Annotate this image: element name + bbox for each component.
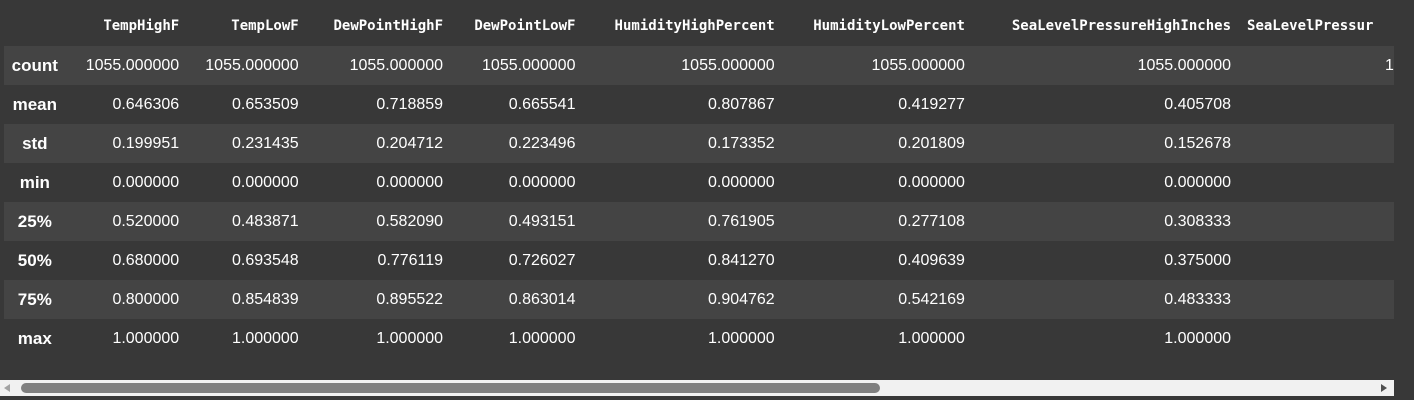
- bottom-right-corner: [1394, 380, 1414, 400]
- table-row: 75% 0.800000 0.854839 0.895522 0.863014 0.904…: [4, 280, 1394, 319]
- horizontal-scrollbar[interactable]: [0, 380, 1394, 396]
- describe-table: TempHighF TempLowF DewPointHighF DewPoin…: [4, 6, 1394, 358]
- row-index-label: std: [22, 133, 48, 153]
- table-cell: 0.863014: [508, 290, 576, 308]
- column-header: DewPointLowF: [474, 18, 576, 34]
- table-cell: 0.726027: [508, 251, 576, 269]
- table-cell: 0.409639: [898, 251, 965, 269]
- table-cell: 1055.000000: [681, 56, 775, 74]
- table-cell: 0.854839: [231, 290, 299, 308]
- table-cell: 0.718859: [376, 95, 444, 113]
- table-row: max 1.000000 1.000000 1.000000 1.000000 1.000…: [4, 319, 1394, 358]
- table-cell: 0.231435: [231, 134, 299, 152]
- dataframe-output: TempHighF TempLowF DewPointHighF DewPoin…: [0, 0, 1394, 380]
- bottom-strip: [0, 396, 1394, 400]
- column-header: SeaLevelPressur: [1247, 18, 1374, 34]
- row-index-label: min: [19, 172, 50, 192]
- table-cell: 0.201809: [898, 134, 965, 152]
- table-cell: 0.665541: [508, 95, 576, 113]
- column-header: DewPointHighF: [333, 18, 444, 34]
- row-index-label: 50%: [17, 250, 52, 270]
- table-cell: 0.000000: [898, 173, 965, 191]
- right-gutter: [1394, 0, 1414, 380]
- table-cell: 1.000000: [112, 329, 180, 347]
- table-cell: 0.646306: [112, 95, 180, 113]
- table-cell: 0.405708: [1164, 95, 1232, 113]
- table-cell: 0.483333: [1164, 290, 1232, 308]
- table-cell: 0.800000: [112, 290, 180, 308]
- table-cell: 1055.000000: [205, 56, 299, 74]
- table-cell: 0.761905: [707, 212, 775, 230]
- column-header: TempLowF: [231, 18, 299, 34]
- table-cell: 0.000000: [707, 173, 775, 191]
- table-row: 25% 0.520000 0.483871 0.582090 0.493151 0.761…: [4, 202, 1394, 241]
- table-cell: [1237, 124, 1394, 163]
- header-row: TempHighF TempLowF DewPointHighF DewPoin…: [4, 6, 1394, 46]
- table-row: count 1055.000000 1055.000000 1055.000000 10…: [4, 46, 1394, 85]
- table-cell: 1055.000000: [871, 56, 965, 74]
- table-cell: 0.493151: [508, 212, 576, 230]
- table-cell: 0.776119: [377, 251, 444, 269]
- table-cell: 0.653509: [231, 95, 299, 113]
- table-cell: [1237, 85, 1394, 124]
- table-cell: 0.000000: [1164, 173, 1232, 191]
- table-cell: 1.000000: [1164, 329, 1232, 347]
- table-cell: 0.277108: [898, 212, 965, 230]
- column-header: SeaLevelPressureHighInches: [1011, 18, 1232, 34]
- table-cell: 0.520000: [112, 212, 180, 230]
- table-cell: 0.693548: [231, 251, 299, 269]
- table-cell: 0.582090: [376, 212, 444, 230]
- scroll-right-arrow-icon[interactable]: [1381, 384, 1387, 392]
- table-cell: [1237, 241, 1394, 280]
- column-header: TempHighF: [103, 18, 180, 34]
- table-cell: 1.000000: [898, 329, 965, 347]
- table-cell: 1055.000000: [349, 56, 444, 74]
- table-cell: [1237, 280, 1394, 319]
- table-cell: 0.680000: [112, 251, 180, 269]
- table-cell: 0.904762: [707, 290, 775, 308]
- table-cell: [1237, 163, 1394, 202]
- table-cell: 0.542169: [898, 290, 965, 308]
- table-cell: 0.223496: [508, 134, 576, 152]
- table-cell: 0.204712: [376, 134, 444, 152]
- table-cell: 0.807867: [707, 95, 775, 113]
- table-cell: 0.199951: [112, 134, 180, 152]
- table-cell: 1.000000: [231, 329, 299, 347]
- table-cell: 1.000000: [508, 329, 576, 347]
- row-index-label: 75%: [17, 289, 52, 309]
- table-cell: 1055.000000: [1137, 56, 1232, 74]
- table-cell: 0.375000: [1164, 251, 1232, 269]
- table-cell: [1237, 319, 1394, 358]
- table-cell: 0.308333: [1164, 212, 1232, 230]
- index-header: [4, 6, 66, 46]
- table-cell: 0.000000: [376, 173, 444, 191]
- table-cell: 0.152678: [1164, 134, 1232, 152]
- column-header: HumidityLowPercent: [813, 18, 965, 34]
- scroll-left-arrow-icon[interactable]: [4, 384, 10, 392]
- table-row: std 0.199951 0.231435 0.204712 0.223496 0.173…: [4, 124, 1394, 163]
- table-cell: 0.000000: [231, 173, 299, 191]
- table-cell: [1237, 202, 1394, 241]
- table-cell: 0.841270: [707, 251, 775, 269]
- scrollbar-thumb[interactable]: [21, 383, 880, 393]
- table-cell: 0.173352: [707, 134, 775, 152]
- table-row: mean 0.646306 0.653509 0.718859 0.665541 0.80…: [4, 85, 1394, 124]
- table-cell: 0.000000: [508, 173, 576, 191]
- table-row: min 0.000000 0.000000 0.000000 0.000000 0.000…: [4, 163, 1394, 202]
- row-index-label: count: [11, 55, 58, 75]
- table-cell: 1.000000: [707, 329, 775, 347]
- table-cell: 1.000000: [376, 329, 444, 347]
- row-index-label: 25%: [17, 211, 52, 231]
- table-cell: 0.419277: [898, 95, 965, 113]
- table-cell: 1: [1385, 56, 1394, 74]
- row-index-label: mean: [12, 94, 58, 114]
- table-cell: 1055.000000: [482, 56, 576, 74]
- column-header: HumidityHighPercent: [614, 18, 775, 34]
- table-cell: 0.895522: [376, 290, 444, 308]
- table-cell: 0.000000: [112, 173, 180, 191]
- row-index-label: max: [17, 328, 52, 348]
- table-row: 50% 0.680000 0.693548 0.776119 0.726027 0.841…: [4, 241, 1394, 280]
- table-cell: 0.483871: [231, 212, 299, 230]
- table-cell: 1055.000000: [85, 56, 180, 74]
